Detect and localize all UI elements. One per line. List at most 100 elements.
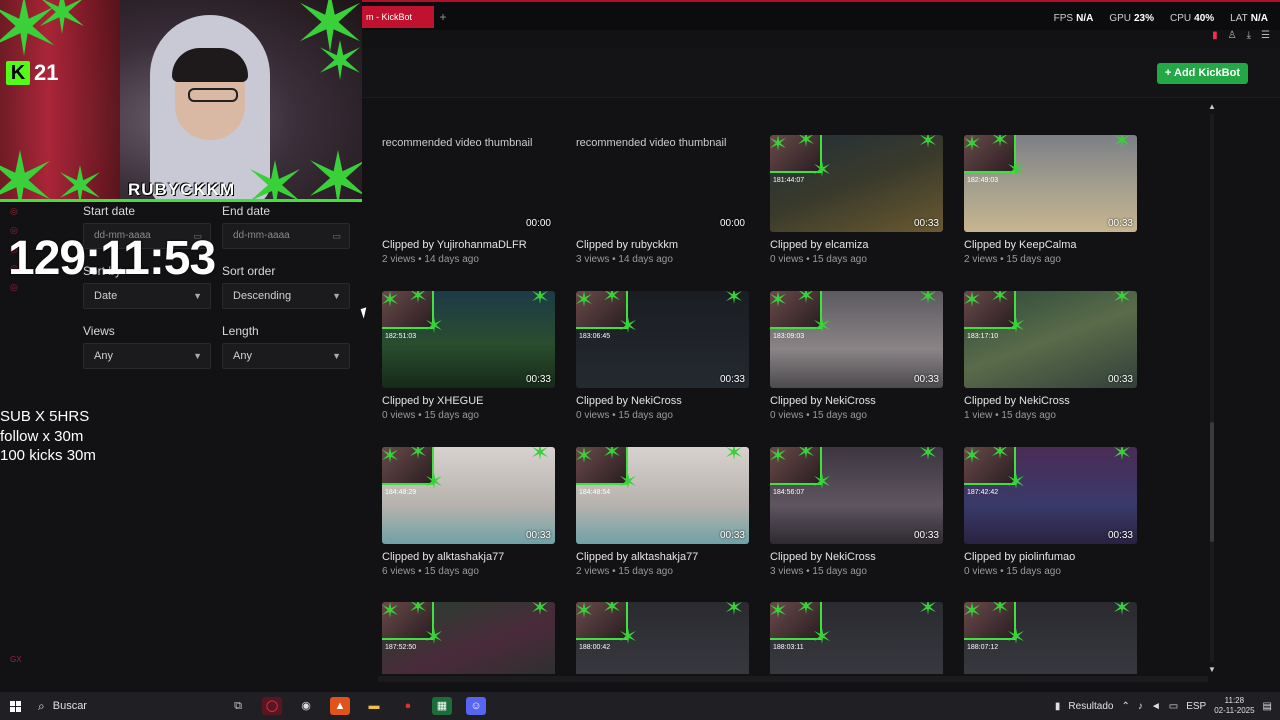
account-icon[interactable]: ♙ [1228, 30, 1237, 41]
length-value: Any [233, 350, 252, 362]
clip-author[interactable]: Clipped by NekiCross [964, 395, 1137, 407]
sort-order-select[interactable]: Descending ▼ [222, 283, 350, 309]
store-icon[interactable]: ▦ [432, 697, 452, 715]
clip-meta: 2 views • 15 days ago [964, 254, 1061, 265]
language-indicator[interactable]: ESP [1186, 701, 1206, 712]
kick-follower-count: K 21 [6, 60, 58, 86]
task-view-icon[interactable]: ⧉ [228, 697, 248, 715]
clip-thumbnail[interactable]: 183:17:10 00:33 [964, 291, 1137, 388]
clip-timecode: 183:17:10 [967, 333, 999, 340]
scroll-up-icon[interactable]: ▲ [1207, 102, 1217, 111]
clip-thumbnail[interactable]: 187:52:50 [382, 602, 555, 674]
clip-card[interactable]: 184:48:29 00:33 Clipped by alktashakja77 6 … [382, 447, 555, 577]
clip-card[interactable]: recommended video thumbnail 00:00 Clipped … [382, 135, 555, 265]
clip-thumbnail[interactable]: recommended video thumbnail 00:00 [382, 135, 555, 232]
clip-thumbnail[interactable]: 183:09:03 00:33 [770, 291, 943, 388]
volume-icon[interactable]: ◄ [1151, 701, 1161, 712]
clip-duration: 00:33 [525, 374, 551, 385]
clip-thumbnail[interactable]: recommended video thumbnail 00:00 [576, 135, 749, 232]
network-icon[interactable]: ▭ [1169, 701, 1178, 712]
leaf-icon [320, 40, 360, 80]
taskbar-search[interactable]: ⌕ Buscar [30, 692, 220, 720]
clip-card[interactable]: 184:56:07 00:33 Clipped by NekiCross 3 view… [770, 447, 943, 577]
clip-duration: 00:33 [719, 374, 745, 385]
sort-by-select[interactable]: Date ▼ [83, 283, 211, 309]
clip-author[interactable]: Clipped by elcamiza [770, 239, 943, 251]
chevron-up-icon[interactable]: ⌃ [1121, 701, 1129, 712]
screen: m - KickBot + FPS N/A GPU 23% CPU 40% LAT N/… [0, 0, 1280, 720]
clip-card[interactable]: 188:07:12 [964, 602, 1137, 674]
clip-card[interactable]: 183:06:45 00:33 Clipped by NekiCross 0 view… [576, 291, 749, 421]
record-icon[interactable]: ▮ [1212, 30, 1218, 41]
clip-thumbnail[interactable]: 182:49:03 00:33 [964, 135, 1137, 232]
clip-card[interactable]: 182:49:03 00:33 Clipped by KeepCalma 2 view… [964, 135, 1137, 265]
clip-thumbnail[interactable]: 184:48:29 00:33 [382, 447, 555, 544]
notifications-icon[interactable]: ▤ [1263, 701, 1272, 712]
clip-card[interactable]: 188:03:11 [770, 602, 943, 674]
clip-meta: 6 views • 15 days ago [382, 566, 479, 577]
clip-card[interactable]: recommended video thumbnail 00:00 Clipped … [576, 135, 749, 265]
clip-card[interactable]: 184:48:54 00:33 Clipped by alktashakja77 2 … [576, 447, 749, 577]
clip-thumbnail[interactable]: 184:48:54 00:33 [576, 447, 749, 544]
clip-card[interactable]: 182:51:03 00:33 Clipped by XHEGUE 0 views •… [382, 291, 555, 421]
microphone-icon[interactable]: ♪ [1138, 701, 1143, 712]
download-icon[interactable]: ⤓ [1247, 30, 1251, 41]
clip-timecode: 184:56:07 [773, 489, 805, 496]
clip-card[interactable]: 181:44:07 00:33 Clipped by elcamiza 0 views… [770, 135, 943, 265]
clip-meta: 3 views • 14 days ago [576, 254, 673, 265]
clip-author[interactable]: Clipped by NekiCross [576, 395, 749, 407]
clip-card[interactable]: 183:09:03 00:33 Clipped by NekiCross 0 view… [770, 291, 943, 421]
browser-tab[interactable]: m - KickBot [360, 6, 434, 28]
start-button[interactable] [0, 692, 30, 720]
scroll-thumb[interactable] [1210, 422, 1214, 542]
clip-thumbnail[interactable]: 183:06:45 00:33 [576, 291, 749, 388]
clip-card[interactable]: 183:17:10 00:33 Clipped by NekiCross 1 view… [964, 291, 1137, 421]
clip-thumbnail[interactable]: 188:00:42 [576, 602, 749, 674]
clip-card[interactable]: 187:42:42 00:33 Clipped by piolinfumao 0 vi… [964, 447, 1137, 577]
discord-icon[interactable]: ☺ [466, 697, 486, 715]
app-icon[interactable]: ▲ [330, 697, 350, 715]
clip-card[interactable]: 187:52:50 [382, 602, 555, 674]
clip-author[interactable]: Clipped by XHEGUE [382, 395, 555, 407]
length-select[interactable]: Any ▼ [222, 343, 350, 369]
opera-gx-icon[interactable]: ◯ [262, 697, 282, 715]
clip-author[interactable]: Clipped by YujirohanmaDLFR [382, 239, 555, 251]
views-select[interactable]: Any ▼ [83, 343, 211, 369]
clip-meta: 0 views • 15 days ago [770, 410, 867, 421]
end-date-input[interactable]: dd-mm-aaaa ▭ [222, 223, 350, 249]
tray-app-icon[interactable]: ▮ [1055, 701, 1061, 712]
add-kickbot-button[interactable]: + Add KickBot [1156, 63, 1248, 84]
menu-icon[interactable]: ☰ [1261, 30, 1270, 41]
rule-line: 100 kicks 30m [0, 447, 96, 464]
clip-author[interactable]: Clipped by NekiCross [770, 551, 943, 563]
clip-author[interactable]: Clipped by NekiCross [770, 395, 943, 407]
clip-thumbnail[interactable]: 182:51:03 00:33 [382, 291, 555, 388]
clip-thumbnail[interactable]: 188:03:11 [770, 602, 943, 674]
clip-thumbnail[interactable]: 181:44:07 00:33 [770, 135, 943, 232]
app-icon[interactable]: ● [398, 697, 418, 715]
clip-author[interactable]: Clipped by piolinfumao [964, 551, 1137, 563]
clip-card[interactable]: 188:00:42 [576, 602, 749, 674]
clip-author[interactable]: Clipped by alktashakja77 [576, 551, 749, 563]
clip-meta: 3 views • 15 days ago [770, 566, 867, 577]
scroll-track[interactable] [1210, 114, 1214, 662]
clip-author[interactable]: Clipped by KeepCalma [964, 239, 1137, 251]
clip-thumbnail[interactable]: 188:07:12 [964, 602, 1137, 674]
clip-author[interactable]: Clipped by alktashakja77 [382, 551, 555, 563]
calendar-icon[interactable]: ▭ [332, 224, 341, 248]
rule-line: follow x 30m [0, 427, 84, 445]
fps-stat: FPS N/A [1053, 12, 1094, 24]
clip-thumbnail[interactable]: 184:56:07 00:33 [770, 447, 943, 544]
vertical-scrollbar[interactable]: ▲ ▼ [1207, 102, 1217, 674]
clip-thumbnail[interactable]: 187:42:42 00:33 [964, 447, 1137, 544]
circle-icon: ◎ [10, 206, 18, 216]
horizontal-scrollbar[interactable] [378, 676, 1208, 682]
taskbar-clock[interactable]: 11:28 02-11-2025 [1214, 696, 1254, 716]
scroll-down-icon[interactable]: ▼ [1207, 665, 1217, 674]
clip-author[interactable]: Clipped by rubyckkm [576, 239, 749, 251]
new-tab-button[interactable]: + [436, 6, 450, 28]
tray-label[interactable]: Resultado [1068, 701, 1113, 712]
file-explorer-icon[interactable]: ▬ [364, 697, 384, 715]
search-icon: ⌕ [38, 698, 45, 713]
obs-icon[interactable]: ◉ [296, 697, 316, 715]
